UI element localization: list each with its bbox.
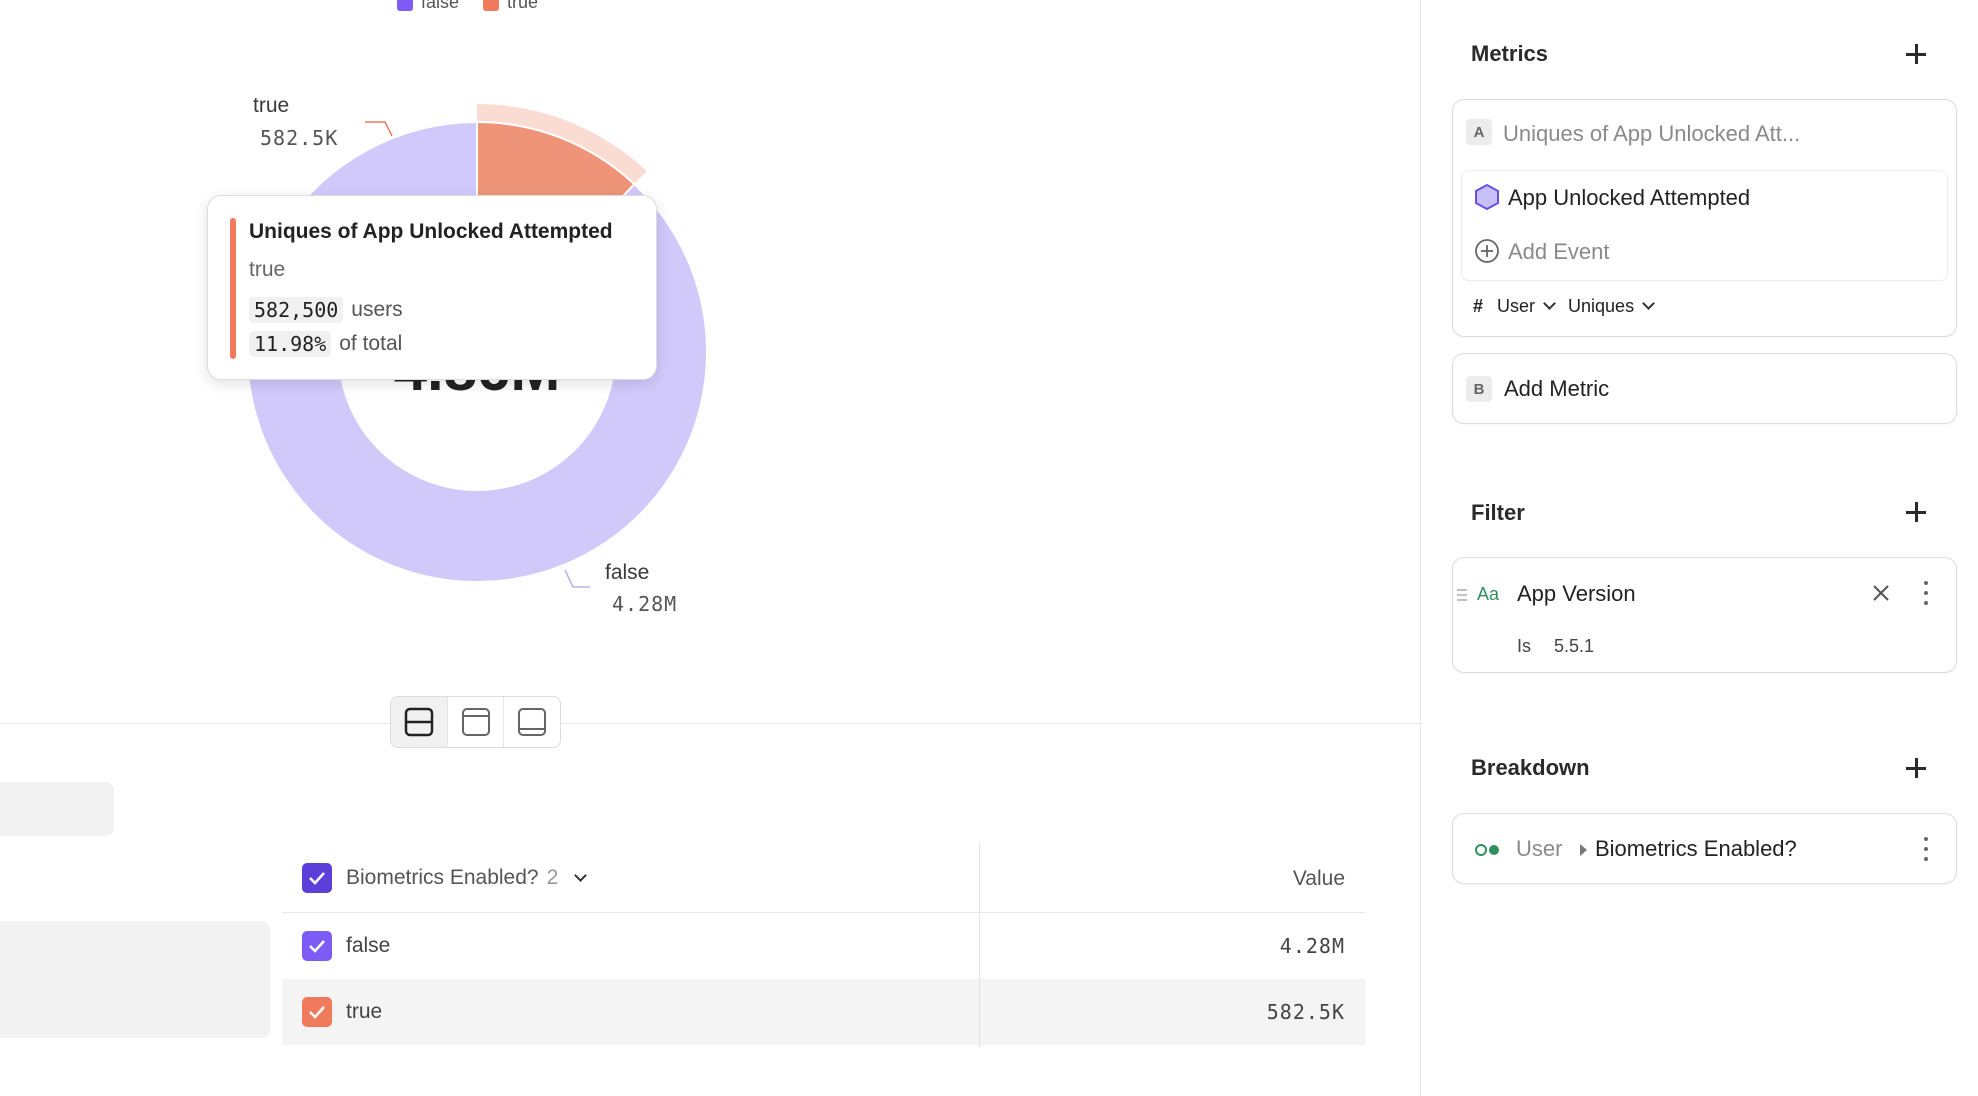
entity-dropdown-label: User <box>1497 296 1536 316</box>
segment-header-label: Biometrics Enabled? <box>346 866 539 889</box>
tooltip-percent: 11.98% <box>249 331 332 357</box>
event-hexagon-icon <box>1475 183 1499 211</box>
aggregation-dropdown-label: Uniques <box>1568 296 1635 316</box>
table-only-view-button[interactable] <box>504 697 560 747</box>
table-header: Biometrics Enabled? 2 Value <box>282 847 1365 913</box>
filter-property[interactable]: App Version <box>1517 581 1636 607</box>
hash-icon: # <box>1473 296 1484 316</box>
slice-label-true: true <box>253 94 290 117</box>
metric-letter-a: A <box>1466 119 1492 145</box>
false-slice-leader <box>564 569 590 588</box>
search-placeholder <box>0 782 114 836</box>
tooltip-count: 582,500 <box>249 297 344 323</box>
table-row: false 4.28M <box>282 913 1365 979</box>
add-circle-icon <box>1475 239 1499 263</box>
row-label: true <box>346 1000 383 1023</box>
true-slice-leader <box>365 121 393 137</box>
breakdown-section-title: Breakdown <box>1471 755 1590 780</box>
check-icon <box>309 872 325 885</box>
chart-only-view-icon <box>461 708 490 736</box>
row-label: false <box>346 934 391 957</box>
row-value: 4.28M <box>1279 934 1345 958</box>
add-metric-icon[interactable] <box>1904 42 1928 66</box>
row-checkbox-false[interactable] <box>302 931 332 961</box>
row-value: 582.5K <box>1266 1000 1345 1024</box>
add-metric-card-b[interactable]: B Add Metric <box>1452 353 1957 424</box>
add-event-button[interactable]: Add Event <box>1508 239 1610 265</box>
drag-handle-icon[interactable] <box>1457 587 1467 603</box>
filter-card[interactable]: Aa App Version Is 5.5.1 <box>1452 557 1957 673</box>
filter-operator[interactable]: Is <box>1517 636 1531 657</box>
query-builder-sidebar: Metrics A Uniques of App Unlocked Att...… <box>1422 0 1978 1096</box>
user-property-icon <box>1475 844 1499 856</box>
aggregation-dropdown[interactable]: Uniques <box>1568 296 1655 317</box>
chart-tooltip: Uniques of App Unlocked Attempted true 5… <box>207 195 657 380</box>
chevron-down-icon[interactable] <box>574 868 588 882</box>
measurement-row: # User Uniques <box>1473 296 1655 317</box>
add-filter-icon[interactable] <box>1904 500 1928 524</box>
slice-value-true: 582.5K <box>260 126 339 150</box>
metric-letter-b: B <box>1466 376 1492 402</box>
more-options-icon[interactable] <box>1923 837 1929 861</box>
chevron-down-icon <box>1543 297 1556 310</box>
more-options-icon[interactable] <box>1923 581 1929 605</box>
layout-toggle <box>390 696 561 748</box>
split-view-icon <box>404 707 434 737</box>
chevron-down-icon <box>1642 297 1655 310</box>
row-checkbox-true[interactable] <box>302 997 332 1027</box>
close-icon[interactable] <box>1871 583 1891 603</box>
tooltip-percent-unit: of total <box>339 332 403 355</box>
table-only-view-icon <box>518 708 547 736</box>
tooltip-title: Uniques of App Unlocked Attempted <box>249 220 613 243</box>
tooltip-count-unit: users <box>351 298 403 321</box>
chart-panel: false true 4.86M true 582.5K false 4.28M… <box>0 0 1421 1096</box>
chevron-right-icon <box>1580 844 1587 856</box>
breakdown-property[interactable]: Biometrics Enabled? <box>1595 836 1797 862</box>
tooltip-segment: true <box>249 258 286 281</box>
add-metric-button[interactable]: Add Metric <box>1504 376 1609 402</box>
chart-only-view-button[interactable] <box>448 697 505 747</box>
metrics-section-title: Metrics <box>1471 41 1549 66</box>
metric-a-events: App Unlocked Attempted Add Event <box>1461 170 1948 281</box>
check-icon <box>309 1006 325 1019</box>
breakdown-card[interactable]: User Biometrics Enabled? <box>1452 813 1957 884</box>
tooltip-count-row: 582,500 users <box>249 297 403 323</box>
metric-card-a[interactable]: A Uniques of App Unlocked Att... App Unl… <box>1452 99 1957 337</box>
check-icon <box>309 940 325 953</box>
segment-column-header[interactable]: Biometrics Enabled? 2 <box>302 863 588 893</box>
entity-dropdown[interactable]: User <box>1497 296 1556 317</box>
table-row: true 582.5K <box>282 979 1365 1045</box>
filter-section-title: Filter <box>1471 500 1525 525</box>
tooltip-percent-row: 11.98% of total <box>249 331 402 357</box>
add-breakdown-icon[interactable] <box>1904 756 1928 780</box>
slice-label-false: false <box>605 561 650 584</box>
breakdown-entity: User <box>1516 836 1563 861</box>
select-all-checkbox[interactable] <box>302 863 332 893</box>
tooltip-accent-bar <box>230 218 236 359</box>
metric-a-name[interactable]: Uniques of App Unlocked Att... <box>1503 121 1800 147</box>
slice-value-false: 4.28M <box>612 592 678 616</box>
string-type-icon: Aa <box>1477 584 1500 604</box>
panel-divider <box>0 723 390 724</box>
value-column-header[interactable]: Value <box>1293 867 1345 891</box>
row-label-placeholder <box>0 921 270 1038</box>
filter-value[interactable]: 5.5.1 <box>1554 636 1594 657</box>
split-view-button[interactable] <box>391 697 448 747</box>
panel-divider-right <box>561 723 1421 724</box>
column-separator <box>979 843 980 1048</box>
segment-count: 2 <box>546 866 559 889</box>
event-name[interactable]: App Unlocked Attempted <box>1508 185 1750 211</box>
